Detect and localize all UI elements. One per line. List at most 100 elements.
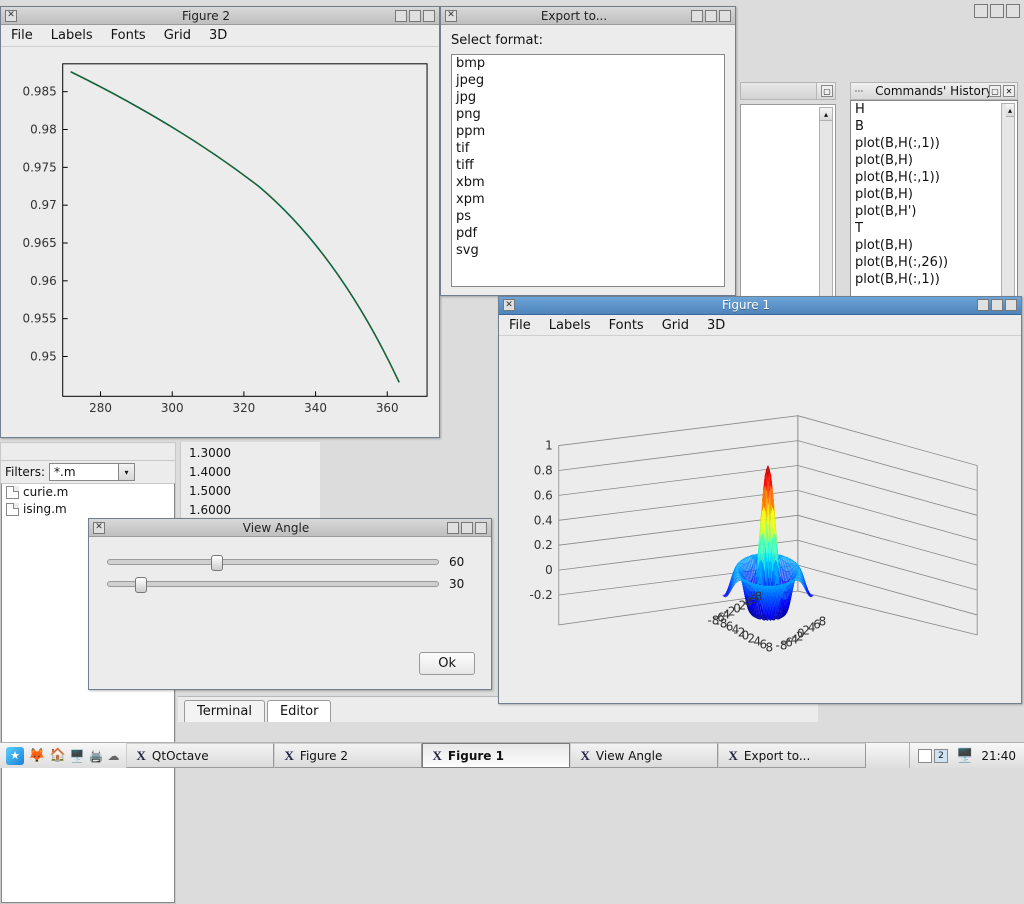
format-item[interactable]: ppm <box>452 123 724 140</box>
format-item[interactable]: ps <box>452 208 724 225</box>
start-icon[interactable]: ★ <box>6 747 24 765</box>
close-icon[interactable] <box>475 522 487 534</box>
maximize-icon[interactable] <box>705 10 717 22</box>
svg-text:8: 8 <box>755 590 763 604</box>
menu-grid[interactable]: Grid <box>164 28 191 43</box>
desktop-switcher[interactable]: 2 <box>918 749 948 763</box>
ok-button[interactable]: Ok <box>419 652 475 675</box>
history-item[interactable]: plot(B,H(:,1)) <box>851 169 1017 186</box>
close-icon[interactable]: ✕ <box>5 10 17 22</box>
scroll-up-icon[interactable]: ▴ <box>1006 104 1014 117</box>
minimize-icon[interactable] <box>974 4 988 18</box>
history-item[interactable]: plot(B,H(:,26)) <box>851 254 1017 271</box>
task-view-angle[interactable]: XView Angle <box>570 743 718 768</box>
azimuth-slider[interactable] <box>107 581 439 587</box>
undock-icon[interactable]: ▢ <box>989 85 1001 97</box>
filter-input[interactable] <box>49 463 119 481</box>
format-item[interactable]: xpm <box>452 191 724 208</box>
svg-text:300: 300 <box>161 401 184 415</box>
figure2-titlebar[interactable]: ✕ Figure 2 <box>1 7 439 25</box>
window-title: Figure 2 <box>17 9 395 23</box>
minimize-icon[interactable] <box>447 522 459 534</box>
select-format-label: Select format: <box>451 33 725 48</box>
history-item[interactable]: H <box>851 101 1017 118</box>
tab-terminal[interactable]: Terminal <box>184 700 265 722</box>
close-icon[interactable]: ✕ <box>93 522 105 534</box>
figure1-window: ✕ Figure 1 File Labels Fonts Grid 3D <box>498 296 1022 704</box>
format-item[interactable]: bmp <box>452 55 724 72</box>
file-item[interactable]: ising.m <box>2 501 174 518</box>
task-export[interactable]: XExport to... <box>718 743 866 768</box>
history-item[interactable]: plot(B,H) <box>851 186 1017 203</box>
svg-text:0.2: 0.2 <box>534 539 553 553</box>
menu-file[interactable]: File <box>509 318 531 333</box>
tab-editor[interactable]: Editor <box>267 700 331 722</box>
menu-fonts[interactable]: Fonts <box>111 28 146 43</box>
maximize-icon[interactable] <box>409 10 421 22</box>
scroll-up-icon[interactable]: ▴ <box>820 108 832 121</box>
azimuth-value: 30 <box>449 577 473 591</box>
maximize-icon[interactable] <box>461 522 473 534</box>
history-item[interactable]: plot(B,H') <box>851 203 1017 220</box>
history-item[interactable]: plot(B,H(:,1)) <box>851 271 1017 288</box>
history-item[interactable]: plot(B,H) <box>851 152 1017 169</box>
history-item[interactable]: T <box>851 220 1017 237</box>
filter-combo[interactable]: ▾ <box>49 463 135 481</box>
format-list[interactable]: bmp jpeg jpg png ppm tif tiff xbm xpm ps… <box>451 54 725 287</box>
maximize-icon[interactable] <box>991 299 1003 311</box>
close-icon[interactable] <box>719 10 731 22</box>
menu-fonts[interactable]: Fonts <box>609 318 644 333</box>
task-figure2[interactable]: XFigure 2 <box>274 743 422 768</box>
svg-text:360: 360 <box>376 401 399 415</box>
slider-thumb[interactable] <box>211 555 223 571</box>
task-qtoctave[interactable]: XQtOctave <box>126 743 274 768</box>
format-item[interactable]: jpeg <box>452 72 724 89</box>
figure2-window: ✕ Figure 2 File Labels Fonts Grid 3D 0.9… <box>0 6 440 438</box>
format-item[interactable]: tiff <box>452 157 724 174</box>
minimize-icon[interactable] <box>395 10 407 22</box>
x-icon: X <box>285 748 294 764</box>
undock-icon[interactable]: ▢ <box>821 85 833 97</box>
close-icon[interactable]: ✕ <box>503 299 515 311</box>
task-figure1[interactable]: XFigure 1 <box>422 743 570 768</box>
menu-3d[interactable]: 3D <box>209 28 227 43</box>
menu-labels[interactable]: Labels <box>549 318 591 333</box>
figure2-menubar: File Labels Fonts Grid 3D <box>1 25 439 47</box>
tray-icon[interactable]: 🦊 <box>28 748 45 764</box>
elevation-slider[interactable] <box>107 559 439 565</box>
view-angle-titlebar[interactable]: ✕ View Angle <box>89 519 491 537</box>
figure1-titlebar[interactable]: ✕ Figure 1 <box>499 297 1021 315</box>
menu-labels[interactable]: Labels <box>51 28 93 43</box>
format-item[interactable]: pdf <box>452 225 724 242</box>
format-item[interactable]: xbm <box>452 174 724 191</box>
close-icon[interactable]: ✕ <box>1003 85 1015 97</box>
menu-grid[interactable]: Grid <box>662 318 689 333</box>
minimize-icon[interactable] <box>977 299 989 311</box>
maximize-icon[interactable] <box>990 4 1004 18</box>
format-item[interactable]: png <box>452 106 724 123</box>
close-icon[interactable] <box>423 10 435 22</box>
chevron-down-icon[interactable]: ▾ <box>119 463 135 481</box>
close-icon[interactable]: ✕ <box>445 10 457 22</box>
export-titlebar[interactable]: ✕ Export to... <box>441 7 735 25</box>
menu-file[interactable]: File <box>11 28 33 43</box>
format-item[interactable]: jpg <box>452 89 724 106</box>
close-icon[interactable] <box>1006 4 1020 18</box>
x-icon: X <box>433 748 442 764</box>
tray-icon[interactable]: 🖨️ <box>89 749 104 763</box>
history-item[interactable]: B <box>851 118 1017 135</box>
history-item[interactable]: plot(B,H) <box>851 237 1017 254</box>
minimize-icon[interactable] <box>691 10 703 22</box>
value-cell: 1.5000 <box>189 482 312 501</box>
format-item[interactable]: svg <box>452 242 724 259</box>
format-item[interactable]: tif <box>452 140 724 157</box>
close-icon[interactable] <box>1005 299 1017 311</box>
tray-icon[interactable]: 🖥️ <box>70 749 85 763</box>
slider-thumb[interactable] <box>135 577 147 593</box>
history-item[interactable]: plot(B,H(:,1)) <box>851 135 1017 152</box>
tray-icon[interactable]: ☁ <box>108 749 120 763</box>
menu-3d[interactable]: 3D <box>707 318 725 333</box>
file-item[interactable]: curie.m <box>2 484 174 501</box>
tray-icon[interactable]: 🖥️ <box>956 748 973 764</box>
tray-icon[interactable]: 🏠 <box>49 748 65 763</box>
